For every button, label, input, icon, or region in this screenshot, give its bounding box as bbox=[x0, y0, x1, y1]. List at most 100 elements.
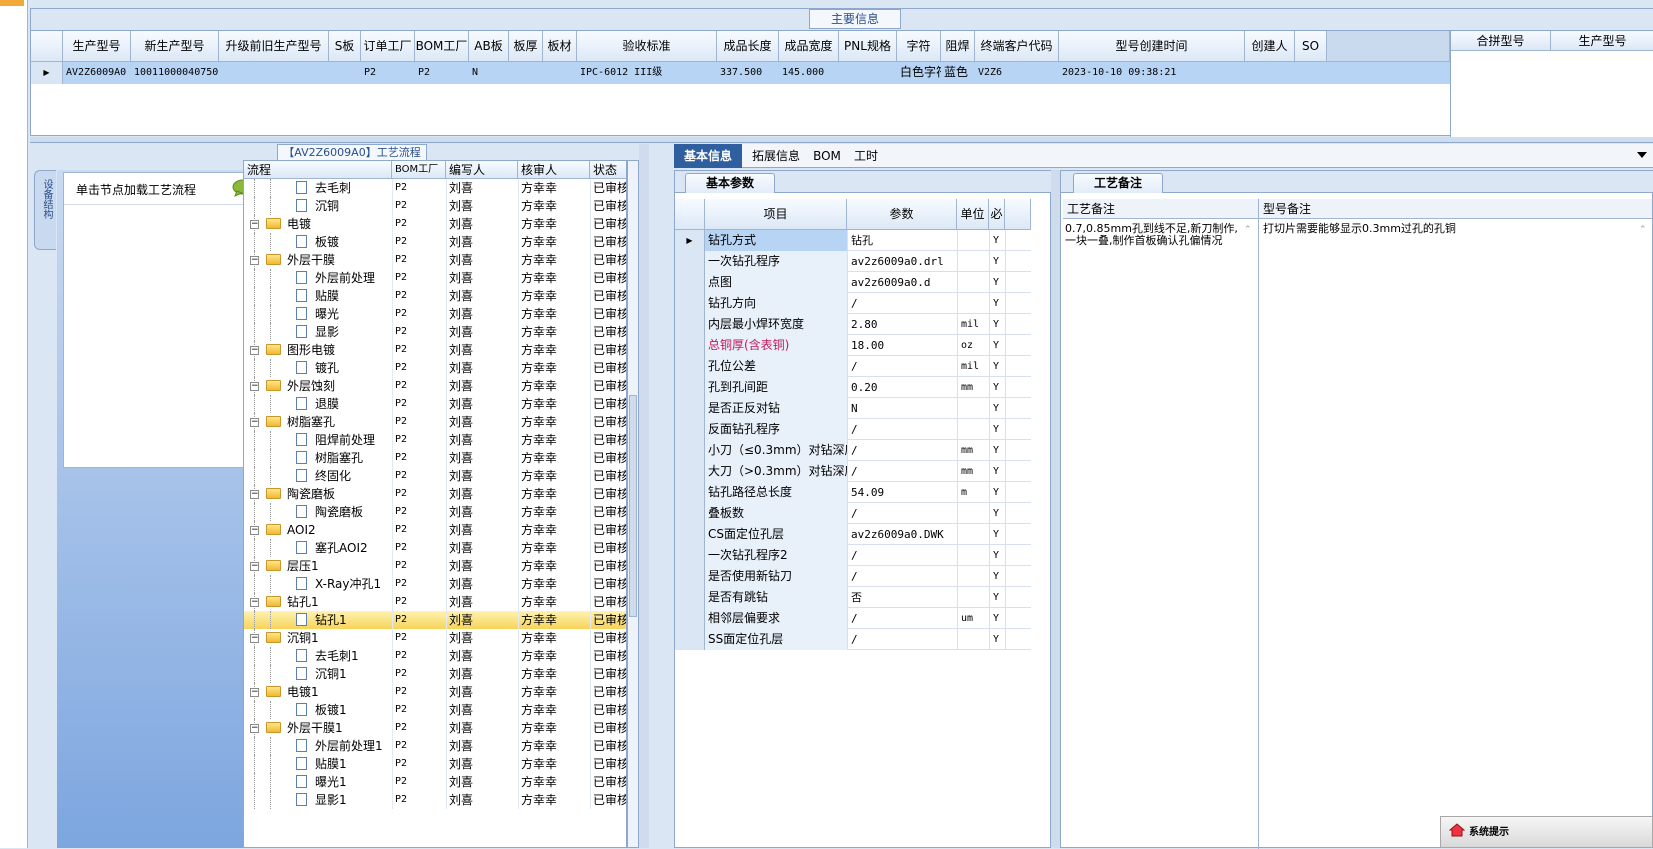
param-value[interactable]: 54.09 bbox=[847, 482, 957, 503]
tree-node-name[interactable]: 电镀1 bbox=[284, 683, 392, 701]
tree-collapse-icon[interactable]: − bbox=[250, 598, 259, 607]
tree-row[interactable]: 钻孔1 P2 刘喜 方幸幸 已审核 bbox=[244, 611, 626, 629]
model-note-text[interactable]: 打切片需要能够显示0.3mm过孔的孔铜 bbox=[1263, 223, 1633, 235]
main-cell-2[interactable] bbox=[219, 63, 329, 83]
main-col-1[interactable]: 新生产型号 bbox=[131, 31, 219, 62]
param-value[interactable]: / bbox=[847, 419, 957, 440]
tree-node-name[interactable]: 层压1 bbox=[284, 557, 392, 575]
param-value[interactable]: / bbox=[847, 566, 957, 587]
main-cell-4[interactable]: P2 bbox=[361, 63, 415, 83]
main-col-8[interactable]: 板材 bbox=[543, 31, 577, 62]
tree-row[interactable]: 贴膜 P2 刘喜 方幸幸 已审核 bbox=[244, 287, 626, 305]
model-note-scroll-up-icon[interactable]: ⌃ bbox=[1639, 225, 1647, 235]
param-row[interactable]: 一次钻孔程序2/ Y bbox=[675, 545, 1031, 566]
main-col-7[interactable]: 板厚 bbox=[509, 31, 543, 62]
tree-col-2[interactable]: 编写人 bbox=[446, 161, 518, 179]
tree-collapse-icon[interactable]: − bbox=[250, 526, 259, 535]
tree-row[interactable]: 阻焊前处理 P2 刘喜 方幸幸 已审核 bbox=[244, 431, 626, 449]
tree-row[interactable]: 曝光1 P2 刘喜 方幸幸 已审核 bbox=[244, 773, 626, 791]
param-col-2[interactable]: 单位 bbox=[957, 199, 989, 230]
param-row[interactable]: 总铜厚(含表铜) 18.00 oz Y bbox=[675, 335, 1031, 356]
tree-node-name[interactable]: 树脂塞孔 bbox=[284, 413, 392, 431]
tree-row[interactable]: − 外层干膜 P2 刘喜 方幸幸 已审核 bbox=[244, 251, 626, 269]
main-cell-12[interactable] bbox=[839, 63, 897, 83]
tree-node-name[interactable]: 电镀 bbox=[284, 215, 392, 233]
param-row[interactable]: 小刀（≤0.3mm）对钻深度 / mm Y bbox=[675, 440, 1031, 461]
tree-node-name[interactable]: 图形电镀 bbox=[284, 341, 392, 359]
splitter-middle[interactable] bbox=[639, 144, 649, 848]
basic-params-tab[interactable]: 基本参数 bbox=[685, 173, 775, 193]
param-value[interactable]: 18.00 bbox=[847, 335, 957, 356]
tree-node-name[interactable]: 板镀1 bbox=[312, 701, 392, 719]
tree-node-name[interactable]: 陶瓷磨板 bbox=[312, 503, 392, 521]
main-col-15[interactable]: 终端客户代码 bbox=[975, 31, 1059, 62]
tree-collapse-icon[interactable]: − bbox=[250, 256, 259, 265]
tree-node-name[interactable]: 沉铜 bbox=[312, 197, 392, 215]
tree-row[interactable]: 沉铜1 P2 刘喜 方幸幸 已审核 bbox=[244, 665, 626, 683]
param-value[interactable]: N bbox=[847, 398, 957, 419]
tree-row[interactable]: − 树脂塞孔 P2 刘喜 方幸幸 已审核 bbox=[244, 413, 626, 431]
main-col-4[interactable]: 订单工厂 bbox=[361, 31, 415, 62]
tree-row[interactable]: 外层前处理 P2 刘喜 方幸幸 已审核 bbox=[244, 269, 626, 287]
tree-collapse-icon[interactable]: − bbox=[250, 382, 259, 391]
main-col-0[interactable]: 生产型号 bbox=[63, 31, 131, 62]
main-cell-1[interactable]: 10011000040750 bbox=[131, 63, 219, 83]
tree-scrollbar[interactable] bbox=[627, 160, 639, 848]
param-value[interactable]: / bbox=[847, 440, 957, 461]
main-col-3[interactable]: S板 bbox=[329, 31, 361, 62]
tree-node-name[interactable]: 去毛刺1 bbox=[312, 647, 392, 665]
tree-collapse-icon[interactable]: − bbox=[250, 346, 259, 355]
param-row[interactable]: 相邻层偏要求 / um Y bbox=[675, 608, 1031, 629]
tree-row[interactable]: 显影 P2 刘喜 方幸幸 已审核 bbox=[244, 323, 626, 341]
tree-node-name[interactable]: AOI2 bbox=[284, 521, 392, 539]
param-value[interactable]: / bbox=[847, 608, 957, 629]
tree-collapse-icon[interactable]: − bbox=[250, 418, 259, 427]
tree-node-name[interactable]: 外层前处理 bbox=[312, 269, 392, 287]
tree-node-name[interactable]: X-Ray冲孔1 bbox=[312, 575, 392, 593]
tree-collapse-icon[interactable]: − bbox=[250, 688, 259, 697]
tree-node-name[interactable]: 外层干膜 bbox=[284, 251, 392, 269]
tree-row[interactable]: − 层压1 P2 刘喜 方幸幸 已审核 bbox=[244, 557, 626, 575]
main-col-10[interactable]: 成品长度 bbox=[717, 31, 779, 62]
tree-node-name[interactable]: 曝光1 bbox=[312, 773, 392, 791]
right-tab-1[interactable]: 拓展信息 bbox=[746, 144, 806, 168]
main-cell-7[interactable] bbox=[509, 63, 543, 83]
main-col-5[interactable]: BOM工厂 bbox=[415, 31, 469, 62]
tree-node-name[interactable]: 贴膜 bbox=[312, 287, 392, 305]
tree-row[interactable]: − 图形电镀 P2 刘喜 方幸幸 已审核 bbox=[244, 341, 626, 359]
main-col-6[interactable]: AB板 bbox=[469, 31, 509, 62]
param-row[interactable]: 叠板数 / Y bbox=[675, 503, 1031, 524]
tree-node-name[interactable]: 阻焊前处理 bbox=[312, 431, 392, 449]
main-col-14[interactable]: 阻焊 bbox=[941, 31, 975, 62]
tree-row[interactable]: 外层前处理1 P2 刘喜 方幸幸 已审核 bbox=[244, 737, 626, 755]
param-value[interactable]: 钻孔 bbox=[847, 230, 957, 251]
tree-node-name[interactable]: 曝光 bbox=[312, 305, 392, 323]
main-cell-5[interactable]: P2 bbox=[415, 63, 469, 83]
tree-row[interactable]: 去毛刺1 P2 刘喜 方幸幸 已审核 bbox=[244, 647, 626, 665]
tree-row[interactable]: − 外层蚀刻 P2 刘喜 方幸幸 已审核 bbox=[244, 377, 626, 395]
param-row[interactable]: 大刀（>0.3mm）对钻深度 / mm Y bbox=[675, 461, 1031, 482]
main-col-12[interactable]: PNL规格 bbox=[839, 31, 897, 62]
tree-row[interactable]: 镀孔 P2 刘喜 方幸幸 已审核 bbox=[244, 359, 626, 377]
tree-collapse-icon[interactable]: − bbox=[250, 490, 259, 499]
param-col-0[interactable]: 项目 bbox=[705, 199, 847, 230]
main-col-2[interactable]: 升级前旧生产型号 bbox=[219, 31, 329, 62]
main-col-16[interactable]: 型号创建时间 bbox=[1059, 31, 1245, 62]
main-cell-0[interactable]: AV2Z6009A0 bbox=[63, 63, 131, 83]
param-value[interactable]: / bbox=[847, 356, 957, 377]
merge-col-1[interactable]: 合拼型号 bbox=[1451, 31, 1551, 51]
splitter-right[interactable] bbox=[1051, 170, 1060, 848]
param-col-1[interactable]: 参数 bbox=[847, 199, 957, 230]
tree-node-name[interactable]: 钻孔1 bbox=[284, 593, 392, 611]
tree-row[interactable]: 陶瓷磨板 P2 刘喜 方幸幸 已审核 bbox=[244, 503, 626, 521]
tree-row[interactable]: 板镀 P2 刘喜 方幸幸 已审核 bbox=[244, 233, 626, 251]
main-cell-6[interactable]: N bbox=[469, 63, 509, 83]
tree-row[interactable]: − 钻孔1 P2 刘喜 方幸幸 已审核 bbox=[244, 593, 626, 611]
tree-collapse-icon[interactable]: − bbox=[250, 220, 259, 229]
tree-row[interactable]: 贴膜1 P2 刘喜 方幸幸 已审核 bbox=[244, 755, 626, 773]
tree-row[interactable]: − 电镀1 P2 刘喜 方幸幸 已审核 bbox=[244, 683, 626, 701]
main-col-18[interactable]: SO bbox=[1295, 31, 1327, 62]
tab-menu-arrow[interactable] bbox=[1637, 152, 1647, 158]
tree-row[interactable]: 终固化 P2 刘喜 方幸幸 已审核 bbox=[244, 467, 626, 485]
notes-tab[interactable]: 工艺备注 bbox=[1073, 173, 1163, 193]
